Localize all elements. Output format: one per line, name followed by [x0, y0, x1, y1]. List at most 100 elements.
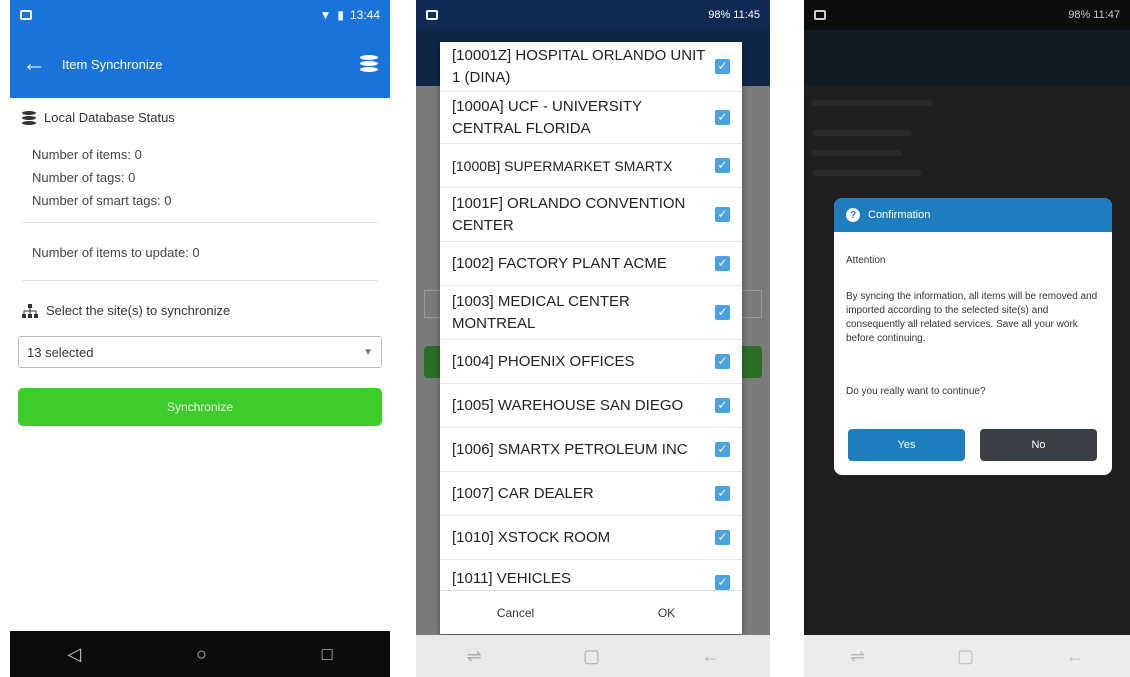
nav-home-icon[interactable]: ▢	[957, 646, 974, 667]
list-item[interactable]: [1004] PHOENIX OFFICES ✓	[440, 340, 742, 384]
sites-select[interactable]: 13 selected ▼	[18, 336, 382, 368]
site-label: [1000B] SUPERMARKET SMARTX	[452, 157, 673, 174]
database-icon[interactable]	[360, 55, 378, 73]
list-item[interactable]: [1007] CAR DEALER ✓	[440, 472, 742, 516]
nav-recent-icon[interactable]: ⇌	[467, 646, 482, 667]
local-db-status-label: Local Database Status	[44, 110, 175, 125]
phone-item-synchronize: ▼ ▮ 13:44 ← Item Synchronize Local Datab…	[10, 0, 390, 677]
dimmed-app-bar	[804, 30, 1130, 86]
synchronize-button[interactable]: Synchronize	[18, 388, 382, 426]
warning-message: By syncing the information, all items wi…	[846, 291, 1098, 344]
dimmed-text	[812, 130, 912, 136]
local-db-status-title: Local Database Status	[22, 110, 175, 125]
site-label: [1004] PHOENIX OFFICES	[452, 352, 635, 370]
status-text: 98% 11:45	[708, 9, 760, 21]
status-time: 13:44	[349, 8, 380, 22]
list-item[interactable]: [10001Z] HOSPITAL ORLANDO UNIT 1 (DINA) …	[440, 42, 742, 92]
site-label: [1007] CAR DEALER	[452, 484, 594, 502]
checkbox-checked-icon[interactable]: ✓	[715, 305, 730, 320]
status-bar: 98% 11:45	[416, 0, 770, 30]
sitemap-icon	[22, 303, 38, 318]
dimmed-text	[812, 170, 922, 176]
checkbox-checked-icon[interactable]: ✓	[715, 256, 730, 271]
tags-count: Number of tags: 0	[32, 170, 136, 185]
dimmed-text	[812, 100, 932, 106]
continue-question: Do you really want to continue?	[846, 386, 986, 397]
battery-icon: ▮	[337, 8, 344, 22]
nav-back-icon[interactable]: ←	[701, 646, 719, 667]
select-sites-label: Select the site(s) to synchronize	[46, 303, 231, 318]
no-button[interactable]: No	[980, 429, 1097, 461]
checkbox-checked-icon[interactable]: ✓	[715, 354, 730, 369]
status-bar: ▼ ▮ 13:44	[10, 0, 390, 30]
sites-select-value: 13 selected	[27, 344, 94, 360]
yes-button[interactable]: Yes	[848, 429, 965, 461]
nav-recent-icon[interactable]: ⇌	[850, 646, 865, 667]
list-item[interactable]: [1005] WAREHOUSE SAN DIEGO ✓	[440, 384, 742, 428]
notification-icon	[814, 10, 826, 20]
list-item[interactable]: [1001F] ORLANDO CONVENTION CENTER ✓	[440, 188, 742, 242]
checkbox-checked-icon[interactable]: ✓	[715, 207, 730, 222]
nav-back-icon[interactable]: ←	[1066, 646, 1084, 667]
site-label: [1005] WAREHOUSE SAN DIEGO	[452, 396, 684, 414]
page-title: Item Synchronize	[62, 56, 163, 72]
notification-icon	[20, 10, 32, 20]
site-label: [1002] FACTORY PLANT ACME	[452, 254, 667, 272]
checkbox-checked-icon[interactable]: ✓	[715, 158, 730, 173]
site-label: [1001F] ORLANDO CONVENTION CENTER	[452, 194, 686, 234]
list-item[interactable]: [1006] SMARTX PETROLEUM INC ✓	[440, 428, 742, 472]
items-count: Number of items: 0	[32, 147, 142, 162]
back-arrow-icon[interactable]: ←	[22, 50, 52, 78]
attention-text: Attention	[846, 255, 886, 266]
checkbox-checked-icon[interactable]: ✓	[715, 486, 730, 501]
phone-confirmation: 98% 11:47 ? Confirmation Attention By sy…	[804, 0, 1130, 677]
dialog-title: Confirmation	[868, 209, 931, 221]
chevron-down-icon: ▼	[363, 346, 373, 358]
select-sites-title: Select the site(s) to synchronize	[22, 303, 230, 318]
dialog-header: ? Confirmation	[834, 198, 1112, 232]
site-label: [10001Z] HOSPITAL ORLANDO UNIT 1 (DINA)	[452, 46, 706, 86]
site-selection-dialog: [10001Z] HOSPITAL ORLANDO UNIT 1 (DINA) …	[440, 42, 742, 634]
database-icon	[22, 110, 36, 125]
ok-button[interactable]: OK	[591, 591, 742, 634]
divider	[22, 280, 378, 281]
android-nav-bar: ⇌ ▢ ←	[416, 635, 770, 677]
nav-back-icon[interactable]: ◁	[67, 644, 81, 665]
checkbox-checked-icon[interactable]: ✓	[715, 398, 730, 413]
list-item[interactable]: [1010] XSTOCK ROOM ✓	[440, 516, 742, 560]
site-label: [1011] VEHICLES	[452, 570, 571, 587]
question-icon: ?	[846, 208, 860, 222]
checkbox-checked-icon[interactable]: ✓	[715, 575, 730, 590]
nav-home-icon[interactable]: ○	[196, 644, 207, 665]
checkbox-checked-icon[interactable]: ✓	[715, 530, 730, 545]
dimmed-text	[812, 150, 902, 156]
notification-icon	[426, 10, 438, 20]
list-item[interactable]: [1000A] UCF - UNIVERSITY CENTRAL FLORIDA…	[440, 92, 742, 144]
list-item[interactable]: [1000B] SUPERMARKET SMARTX ✓	[440, 144, 742, 188]
cancel-button[interactable]: Cancel	[440, 591, 591, 634]
android-nav-bar: ⇌ ▢ ←	[804, 635, 1130, 677]
nav-home-icon[interactable]: ▢	[583, 646, 600, 667]
checkbox-checked-icon[interactable]: ✓	[715, 59, 730, 74]
signal-icon: ▼	[319, 8, 332, 22]
checkbox-checked-icon[interactable]: ✓	[715, 442, 730, 457]
checkbox-checked-icon[interactable]: ✓	[715, 110, 730, 125]
items-to-update-count: Number of items to update: 0	[32, 245, 200, 260]
list-item[interactable]: [1011] VEHICLES ✓	[440, 560, 742, 590]
confirmation-dialog: ? Confirmation Attention By syncing the …	[834, 198, 1112, 475]
phone-site-selection: 98% 11:45 [10001Z] HOSPITAL ORLANDO UNIT…	[416, 0, 770, 677]
divider	[22, 222, 378, 223]
list-item[interactable]: [1002] FACTORY PLANT ACME ✓	[440, 242, 742, 286]
status-bar: 98% 11:47	[804, 0, 1130, 30]
android-nav-bar: ◁ ○ □	[10, 631, 390, 677]
list-item[interactable]: [1003] MEDICAL CENTER MONTREAL ✓	[440, 286, 742, 340]
dialog-buttons: Cancel OK	[440, 590, 742, 634]
smart-tags-count: Number of smart tags: 0	[32, 193, 172, 208]
site-label: [1003] MEDICAL CENTER MONTREAL	[452, 292, 630, 332]
site-label: [1000A] UCF - UNIVERSITY CENTRAL FLORIDA	[452, 97, 642, 137]
site-label: [1006] SMARTX PETROLEUM INC	[452, 440, 688, 458]
status-text: 98% 11:47	[1068, 9, 1120, 21]
nav-recent-icon[interactable]: □	[322, 644, 333, 665]
app-bar: ← Item Synchronize	[10, 30, 390, 98]
site-label: [1010] XSTOCK ROOM	[452, 528, 611, 546]
